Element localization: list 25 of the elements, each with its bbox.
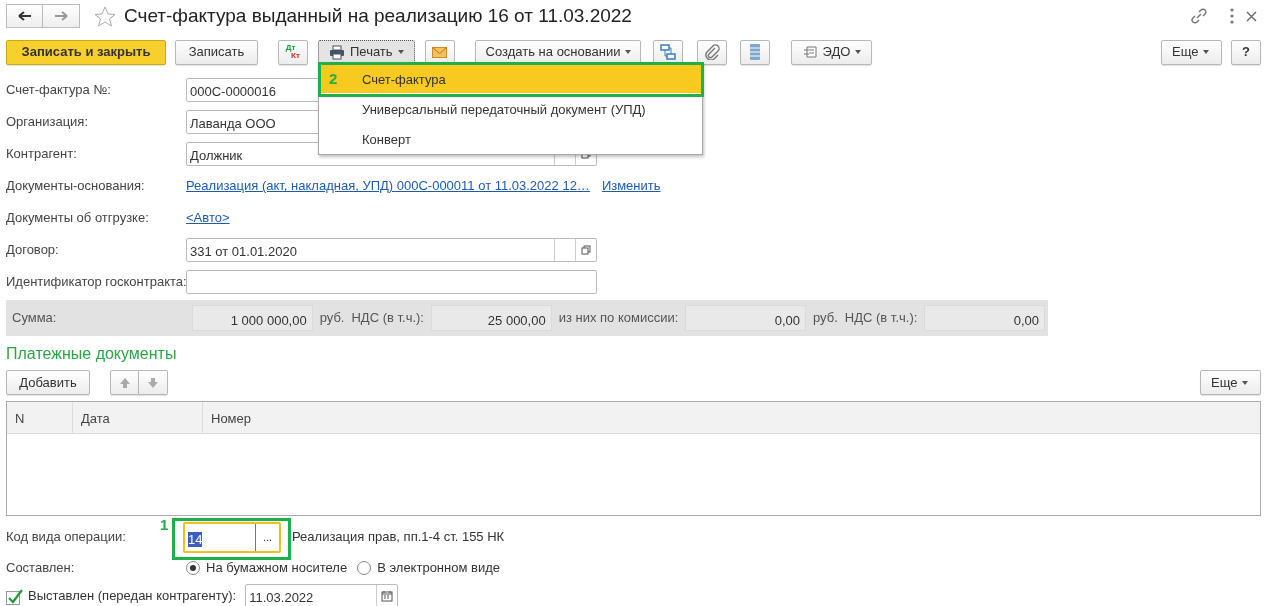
field-label: Контрагент: — [6, 145, 78, 164]
step-number: 2 — [329, 69, 338, 89]
operation-description: Реализация прав, пп.1-4 ст. 155 НК — [292, 528, 505, 547]
step-number: 1 — [160, 515, 169, 535]
total-label: Сумма: — [12, 309, 58, 328]
field-label: Код вида операции: — [6, 528, 127, 547]
field-label: Идентификатор госконтракта: — [6, 273, 186, 292]
field-label: Документы об отгрузке: — [6, 209, 150, 228]
total-label: руб. — [813, 309, 838, 328]
total-value: 0,00 — [924, 305, 1045, 331]
field-label: Документы-основания: — [6, 177, 146, 196]
total-value: 25 000,00 — [431, 305, 552, 331]
field-label: Договор: — [6, 241, 60, 260]
total-value: 1 000 000,00 — [192, 305, 313, 331]
total-label: руб. — [319, 309, 345, 328]
section-title: Платежные документы — [6, 344, 178, 364]
total-label: НДС (в т.ч.): — [351, 309, 424, 328]
field-label: Организация: — [6, 113, 90, 132]
field-label: Выставлен (передан контрагенту): — [28, 587, 237, 606]
total-label: НДС (в т.ч.): — [844, 309, 918, 328]
field-label: Счет-фактура №: — [6, 81, 112, 100]
total-value: 0,00 — [685, 305, 807, 331]
total-label: из них по комиссии: — [558, 309, 679, 328]
field-label: Составлен: — [6, 559, 76, 578]
window-title: Счет-фактура выданный на реализацию 16 от 11.03.2022 — [124, 3, 632, 28]
